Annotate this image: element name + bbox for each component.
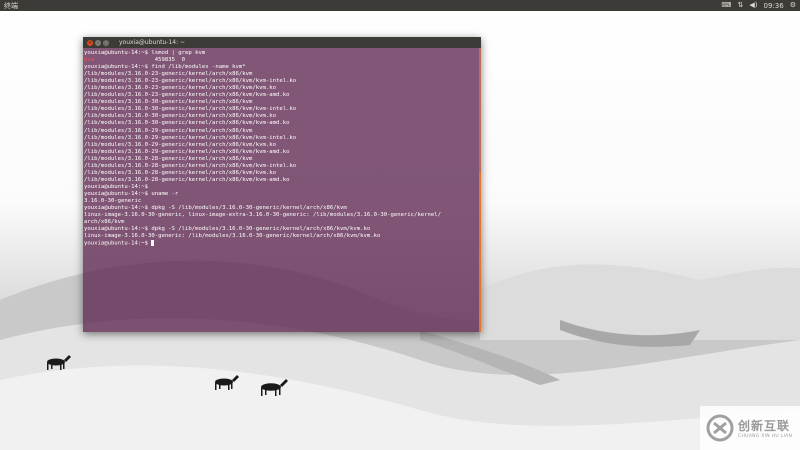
terminal-line: /lib/modules/3.16.0-23-generic/kernel/ar… [84,92,480,99]
terminal-output[interactable]: youxia@ubuntu-14:~$ lsmod | grep kvm kvm … [83,48,481,247]
terminal-text: /lib/modules/3.16.0-23-generic/kernel/ar… [84,78,297,85]
terminal-text: /lib/modules/3.16.0-30-generic/kernel/ar… [84,120,290,127]
terminal-line: /lib/modules/3.16.0-30-generic/kernel/ar… [84,120,480,127]
terminal-line: /lib/modules/3.16.0-23-generic/kernel/ar… [84,78,480,85]
terminal-text: /lib/modules/3.16.0-23-generic/kernel/ar… [84,85,276,92]
terminal-text: linux-image-3.16.0-30-generic: /lib/modu… [84,233,381,240]
terminal-text: /lib/modules/3.16.0-28-generic/kernel/ar… [84,176,290,183]
top-panel: 终端 ⌨ ⇅ ◀) 09:36 ⚙ [0,0,800,11]
clock[interactable]: 09:36 [764,2,784,10]
terminal-line: /lib/modules/3.16.0-29-generic/kernel/ar… [84,142,480,149]
terminal-line: /lib/modules/3.16.0-23-generic/kernel/ar… [84,71,480,78]
terminal-line: youxia@ubuntu-14:~$ [84,184,480,191]
terminal-line: linux-image-3.16.0-30-generic, linux-ima… [84,212,480,219]
terminal-line: youxia@ubuntu-14:~$ dpkg -S /lib/modules… [84,205,480,212]
terminal-scrollbar[interactable] [479,48,481,332]
terminal-line: 3.16.0-30-generic [84,198,480,205]
terminal-line: /lib/modules/3.16.0-28-generic/kernel/ar… [84,163,480,170]
terminal-text: 459835 0 [94,57,186,64]
terminal-text: /lib/modules/3.16.0-30-generic/kernel/ar… [84,113,276,120]
terminal-text: /lib/modules/3.16.0-29-generic/kernel/ar… [84,127,253,134]
terminal-text: youxia@ubuntu-14:~$ find /lib/modules -n… [84,64,246,71]
watermark: 创新互联 CHUANG XIN HU LIAN [700,406,800,450]
terminal-cursor [151,240,155,247]
window-title: youxia@ubuntu-14: ~ [119,39,186,46]
keyboard-icon[interactable]: ⌨ [721,0,731,11]
terminal-text: /lib/modules/3.16.0-23-generic/kernel/ar… [84,92,290,99]
network-icon[interactable]: ⇅ [738,0,744,11]
terminal-text: youxia@ubuntu-14:~$ uname -r [84,190,179,197]
terminal-text: /lib/modules/3.16.0-28-generic/kernel/ar… [84,162,297,169]
terminal-line: /lib/modules/3.16.0-30-generic/kernel/ar… [84,99,480,106]
terminal-text: youxia@ubuntu-14:~$ dpkg -S /lib/modules… [84,205,347,212]
terminal-text: youxia@ubuntu-14:~$ [84,183,148,190]
terminal-line: arch/x86/kvm [84,219,480,226]
terminal-line: youxia@ubuntu-14:~$ [84,240,480,247]
maximize-window-button[interactable]: □ [103,39,109,46]
terminal-line: youxia@ubuntu-14:~$ lsmod | grep kvm [84,50,480,57]
close-window-button[interactable]: × [87,39,93,46]
watermark-cn-text: 创新互联 [738,419,791,433]
active-app-name[interactable]: 终端 [4,1,18,11]
terminal-line: /lib/modules/3.16.0-29-generic/kernel/ar… [84,128,480,135]
terminal-text: /lib/modules/3.16.0-28-generic/kernel/ar… [84,169,276,176]
terminal-line: /lib/modules/3.16.0-29-generic/kernel/ar… [84,135,480,142]
window-titlebar[interactable]: × – □ youxia@ubuntu-14: ~ [83,37,481,48]
terminal-text: /lib/modules/3.16.0-30-generic/kernel/ar… [84,99,253,106]
terminal-line: /lib/modules/3.16.0-23-generic/kernel/ar… [84,85,480,92]
watermark-en-text: CHUANG XIN HU LIAN [738,434,793,439]
terminal-text: /lib/modules/3.16.0-29-generic/kernel/ar… [84,134,297,141]
terminal-text: linux-image-3.16.0-30-generic, linux-ima… [84,212,441,219]
minimize-window-button[interactable]: – [95,39,101,46]
terminal-line: /lib/modules/3.16.0-29-generic/kernel/ar… [84,149,480,156]
terminal-line: youxia@ubuntu-14:~$ find /lib/modules -n… [84,64,480,71]
power-icon[interactable]: ⚙ [790,0,796,11]
terminal-text: 3.16.0-30-generic [84,197,142,204]
terminal-text: /lib/modules/3.16.0-30-generic/kernel/ar… [84,106,297,113]
terminal-text: /lib/modules/3.16.0-28-generic/kernel/ar… [84,155,253,162]
terminal-line: /lib/modules/3.16.0-30-generic/kernel/ar… [84,113,480,120]
terminal-line: /lib/modules/3.16.0-28-generic/kernel/ar… [84,156,480,163]
terminal-line: linux-image-3.16.0-30-generic: /lib/modu… [84,233,480,240]
terminal-line: youxia@ubuntu-14:~$ dpkg -S /lib/modules… [84,226,480,233]
terminal-text: youxia@ubuntu-14:~$ dpkg -S /lib/modules… [84,226,371,233]
terminal-text: /lib/modules/3.16.0-29-generic/kernel/ar… [84,148,290,155]
scrollbar-thumb[interactable] [479,172,481,332]
terminal-window[interactable]: × – □ youxia@ubuntu-14: ~ youxia@ubuntu-… [83,37,481,332]
watermark-logo-icon [706,414,734,442]
terminal-text: /lib/modules/3.16.0-29-generic/kernel/ar… [84,141,276,148]
terminal-text: /lib/modules/3.16.0-23-generic/kernel/ar… [84,71,253,78]
volume-icon[interactable]: ◀) [749,0,757,11]
highlighted-match: kvm [84,57,95,64]
terminal-line: /lib/modules/3.16.0-30-generic/kernel/ar… [84,106,480,113]
terminal-line: /lib/modules/3.16.0-28-generic/kernel/ar… [84,170,480,177]
terminal-text: youxia@ubuntu-14:~$ [84,240,152,247]
terminal-line: /lib/modules/3.16.0-28-generic/kernel/ar… [84,177,480,184]
terminal-text: youxia@ubuntu-14:~$ lsmod | grep kvm [84,50,206,56]
terminal-line: kvm 459835 0 [84,57,480,64]
terminal-line: youxia@ubuntu-14:~$ uname -r [84,191,480,198]
terminal-text: arch/x86/kvm [84,219,125,226]
